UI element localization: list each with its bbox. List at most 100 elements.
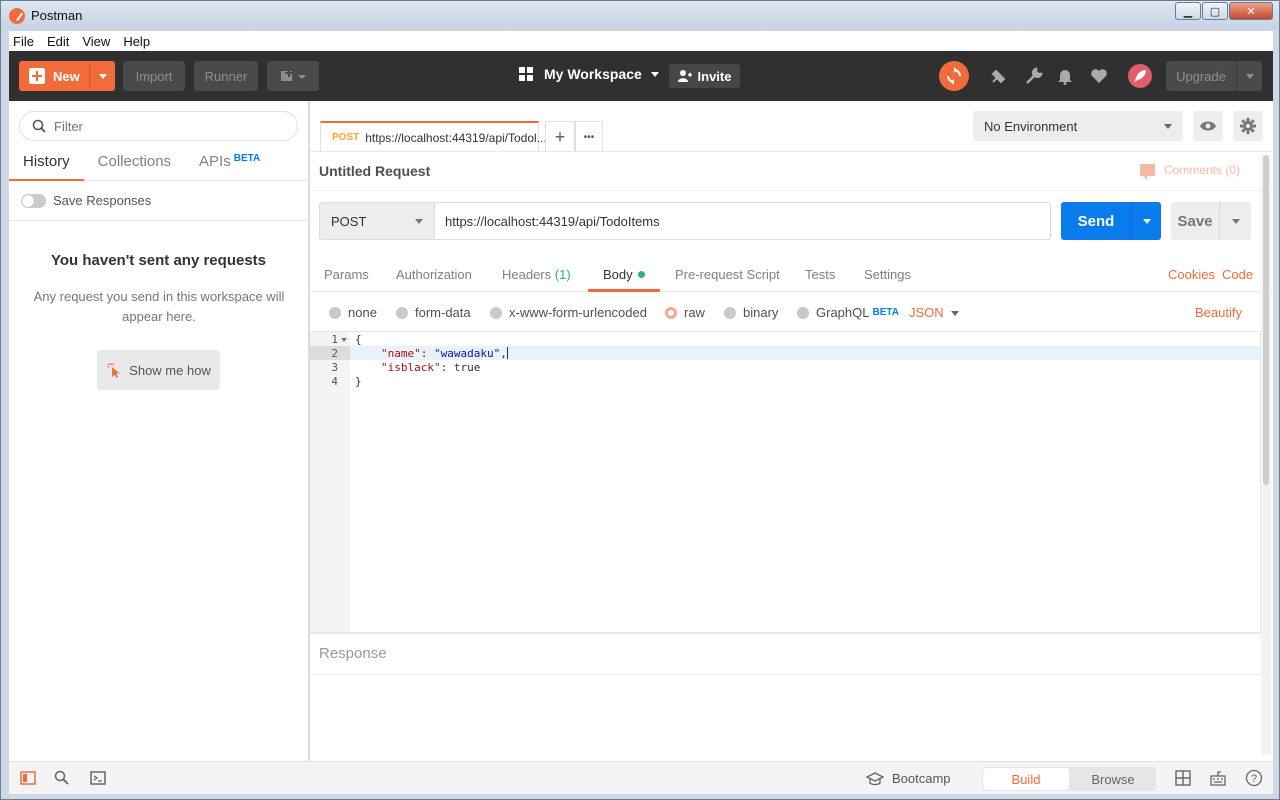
scrollbar-thumb[interactable] [1263,155,1269,485]
new-button[interactable]: New [19,61,115,91]
fold-arrow-icon[interactable] [341,338,347,342]
method-label: POST [331,213,367,229]
postman-window: Postman ▁ ▢ ✕ File Edit View Help New Im… [0,0,1280,800]
body-mode-options: none form-data x-www-form-urlencoded raw… [310,301,1273,325]
build-mode-button[interactable]: Build [983,768,1069,790]
upgrade-button[interactable]: Upgrade [1166,61,1262,91]
wrench-icon[interactable] [1024,66,1044,86]
tab-settings[interactable]: Settings [864,267,911,282]
radio-form-data[interactable]: form-data [396,305,471,320]
beautify-button[interactable]: Beautify [1195,305,1242,320]
send-dropdown-button[interactable] [1131,202,1161,240]
minimize-button[interactable]: ▁ [1175,2,1201,20]
find-icon[interactable] [53,770,71,786]
two-pane-view-icon[interactable] [1174,770,1192,786]
avatar[interactable] [1128,64,1152,88]
cookies-link[interactable]: Cookies [1168,267,1215,282]
tab-params[interactable]: Params [324,267,369,282]
tab-headers[interactable]: Headers (1) [502,267,571,282]
status-bar: Bootcamp Build Browse ? [9,761,1273,794]
satellite-icon[interactable] [989,66,1009,86]
tab-tests[interactable]: Tests [805,267,835,282]
environment-label: No Environment [984,118,1078,134]
save-dropdown-button[interactable] [1219,202,1251,240]
chevron-down-icon [1231,218,1240,224]
radio-binary[interactable]: binary [724,305,778,320]
browse-mode-button[interactable]: Browse [1070,767,1156,791]
radio-form-data-label: form-data [415,305,471,320]
tab-pre-request-script[interactable]: Pre-request Script [675,267,780,282]
close-button[interactable]: ✕ [1229,2,1273,20]
chevron-down-icon [650,71,659,77]
tab-history-label: History [23,153,70,170]
menu-view[interactable]: View [82,34,110,49]
workspace-name: My Workspace [544,66,642,82]
save-responses-toggle[interactable]: Save Responses [21,193,151,208]
request-tab-method: POST [332,132,360,143]
radio-none[interactable]: none [329,305,377,320]
radio-circle [396,306,408,319]
tab-apis[interactable]: APIs BETA [185,151,274,181]
url-input[interactable]: https://localhost:44319/api/TodoItems [435,202,1051,240]
upgrade-dropdown-button[interactable] [1236,61,1262,91]
filter-field[interactable] [19,111,298,141]
runner-button[interactable]: Runner [194,61,258,91]
radio-raw[interactable]: raw [665,305,705,320]
help-icon[interactable]: ? [1245,769,1263,787]
request-name[interactable]: Untitled Request [319,163,430,179]
heart-icon[interactable] [1089,66,1109,86]
code-editor[interactable]: 1 2 3 4 { "name": "wawadaku", "isblack":… [310,331,1261,633]
import-button[interactable]: Import [123,61,185,91]
new-dropdown-button[interactable] [89,61,115,91]
postman-logo-icon [9,7,25,24]
request-tab[interactable]: POST https://localhost:44319/api/Todol..… [320,121,547,152]
chevron-down-icon[interactable] [951,311,959,316]
radio-graphql-label: GraphQL [816,305,870,320]
new-window-button[interactable] [267,61,319,91]
vertical-scrollbar[interactable] [1261,155,1271,755]
tab-authorization[interactable]: Authorization [396,267,472,282]
comments-button[interactable]: Comments (0) [1140,163,1240,180]
gear-icon [1240,118,1256,134]
invite-label: Invite [697,68,732,84]
environment-selector[interactable]: No Environment [973,111,1183,141]
code-token: true [453,361,481,374]
menu-edit[interactable]: Edit [47,34,69,49]
save-button[interactable]: Save [1171,202,1251,240]
more-tabs-button[interactable]: ••• [575,121,603,152]
keyboard-shortcuts-icon[interactable] [1209,770,1227,786]
tab-body[interactable]: Body [603,267,645,282]
code-link[interactable]: Code [1222,267,1253,282]
line-number: 2 [331,347,338,360]
empty-state-text: Any request you send in this workspace w… [33,289,285,324]
environment-quick-look-button[interactable] [1193,111,1223,141]
bell-icon[interactable] [1055,66,1075,86]
tab-collections-label: Collections [97,153,172,170]
code-token: "isblack" [381,361,441,374]
toggle-switch[interactable] [21,193,46,208]
bootcamp-button[interactable]: Bootcamp [866,771,951,786]
format-select[interactable]: JSON [909,305,944,320]
tab-collections[interactable]: Collections [84,151,185,181]
maximize-button[interactable]: ▢ [1202,2,1228,20]
tab-history[interactable]: History [9,151,84,181]
invite-button[interactable]: Invite [669,64,740,88]
radio-graphql[interactable]: GraphQL BETA [797,305,899,320]
menu-file[interactable]: File [13,34,34,49]
send-button[interactable]: Send [1061,202,1161,240]
radio-urlencoded[interactable]: x-www-form-urlencoded [490,305,647,320]
sync-button[interactable] [939,61,969,91]
add-tab-button[interactable]: + [545,121,575,152]
menu-help[interactable]: Help [123,34,150,49]
chevron-down-icon [1164,124,1172,129]
method-select[interactable]: POST [319,202,435,240]
manage-environments-button[interactable] [1233,111,1263,141]
show-me-how-button[interactable]: Show me how [97,350,220,390]
workspace-selector[interactable]: My Workspace [519,66,659,82]
chevron-down-icon [1245,73,1254,79]
code-token: : [420,347,434,360]
console-icon[interactable] [89,770,107,786]
beta-badge: BETA [233,153,261,164]
filter-input[interactable] [54,118,254,134]
toggle-sidebar-icon[interactable] [19,770,37,786]
